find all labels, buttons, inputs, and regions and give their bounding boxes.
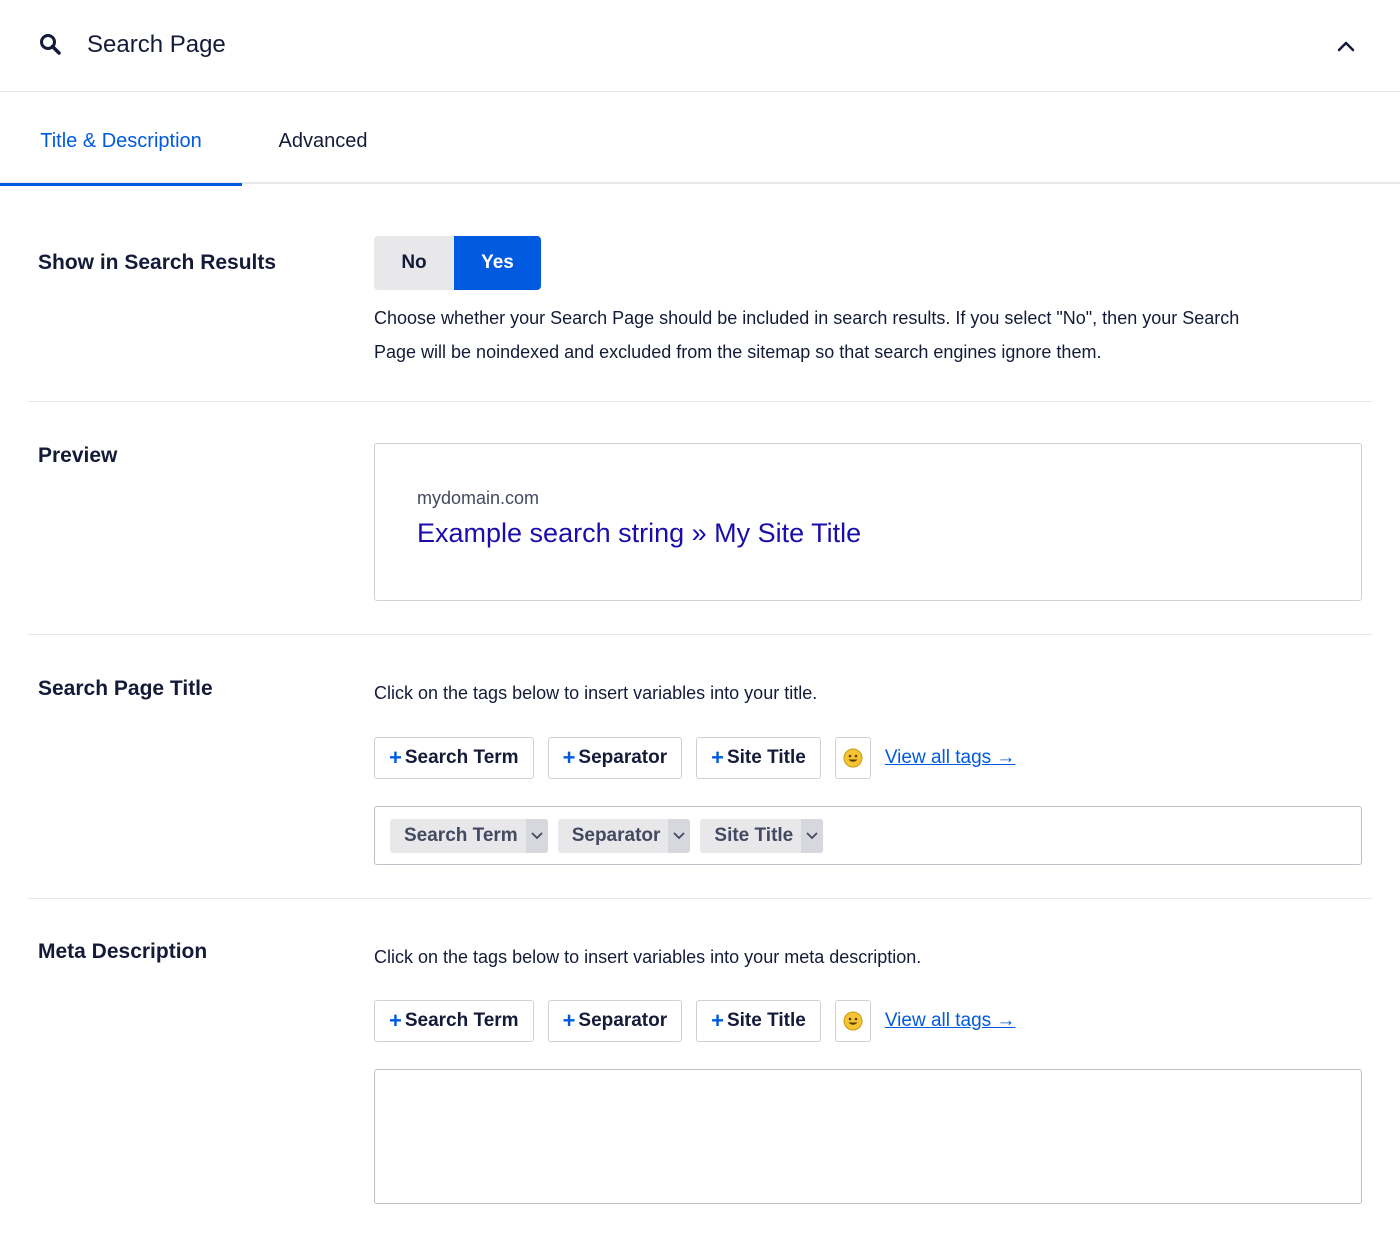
tag-label: Site Title: [726, 747, 806, 768]
show-in-search-help-line1: Choose whether your Search Page should b…: [374, 308, 1240, 328]
divider: [28, 634, 1372, 635]
meta-description-label: Meta Description: [38, 940, 208, 963]
panel-header: Search Page: [0, 0, 1400, 92]
chip-label: Search Term: [404, 824, 518, 846]
emoji-picker-button[interactable]: [834, 737, 871, 779]
add-separator-tag-button[interactable]: + Separator: [547, 737, 683, 779]
chevron-down-icon[interactable]: [668, 818, 691, 853]
tag-label: Site Title: [726, 1010, 806, 1031]
tag-label: Separator: [578, 1010, 668, 1031]
add-search-term-tag-button[interactable]: + Search Term: [374, 737, 534, 779]
no-button[interactable]: No: [374, 236, 454, 290]
tab-bar: Title & Description Advanced: [0, 93, 1400, 186]
serp-preview: mydomain.com Example search string » My …: [374, 443, 1362, 601]
plus-icon: +: [711, 1008, 724, 1033]
preview-domain: mydomain.com: [417, 488, 540, 508]
search-term-chip[interactable]: Search Term: [390, 818, 548, 853]
title-help-text: Click on the tags below to insert variab…: [374, 683, 818, 703]
chip-label: Separator: [571, 824, 661, 846]
chevron-down-icon[interactable]: [801, 818, 824, 853]
search-icon: [38, 32, 64, 58]
separator-chip[interactable]: Separator: [557, 818, 691, 853]
tag-label: Search Term: [404, 747, 519, 768]
preview-label: Preview: [38, 444, 118, 467]
plus-icon: +: [389, 745, 402, 770]
tab-title-description[interactable]: Title & Description: [0, 93, 242, 186]
show-in-search-label: Show in Search Results: [38, 251, 277, 274]
tag-label: Separator: [578, 747, 668, 768]
preview-title: Example search string » My Site Title: [417, 518, 862, 548]
plus-icon: +: [562, 745, 576, 770]
meta-description-input[interactable]: [374, 1069, 1362, 1204]
view-all-tags-link[interactable]: View all tags →: [885, 1010, 1016, 1032]
title-tag-row: + Search Term + Separator + Site Title V…: [374, 737, 1015, 779]
show-in-search-help-line2: Page will be noindexed and excluded from…: [374, 342, 1102, 362]
add-site-title-tag-button[interactable]: + Site Title: [696, 737, 821, 779]
chevron-up-icon[interactable]: [1330, 30, 1362, 62]
show-in-search-toggle: No Yes: [374, 236, 541, 290]
plus-icon: +: [562, 1008, 576, 1033]
search-page-title-input[interactable]: Search Term Separator Site Title: [374, 806, 1362, 865]
emoji-icon: [843, 1011, 863, 1031]
chevron-down-icon[interactable]: [525, 818, 548, 853]
search-page-title-label: Search Page Title: [38, 677, 213, 700]
add-search-term-tag-button[interactable]: + Search Term: [374, 1000, 534, 1042]
view-all-tags-link[interactable]: View all tags →: [885, 747, 1016, 769]
panel-title: Search Page: [87, 31, 226, 58]
yes-button[interactable]: Yes: [454, 236, 541, 290]
plus-icon: +: [711, 745, 724, 770]
tag-label: Search Term: [404, 1010, 519, 1031]
chip-label: Site Title: [714, 824, 794, 846]
site-title-chip[interactable]: Site Title: [700, 818, 824, 853]
meta-help-text: Click on the tags below to insert variab…: [374, 947, 922, 967]
emoji-icon: [843, 748, 863, 768]
add-separator-tag-button[interactable]: + Separator: [547, 1000, 683, 1042]
add-site-title-tag-button[interactable]: + Site Title: [696, 1000, 821, 1042]
divider: [28, 898, 1372, 899]
tab-advanced[interactable]: Advanced: [242, 93, 404, 184]
emoji-picker-button[interactable]: [834, 1000, 871, 1042]
divider: [28, 401, 1372, 402]
meta-tag-row: + Search Term + Separator + Site Title V…: [374, 1000, 1015, 1042]
plus-icon: +: [389, 1008, 402, 1033]
